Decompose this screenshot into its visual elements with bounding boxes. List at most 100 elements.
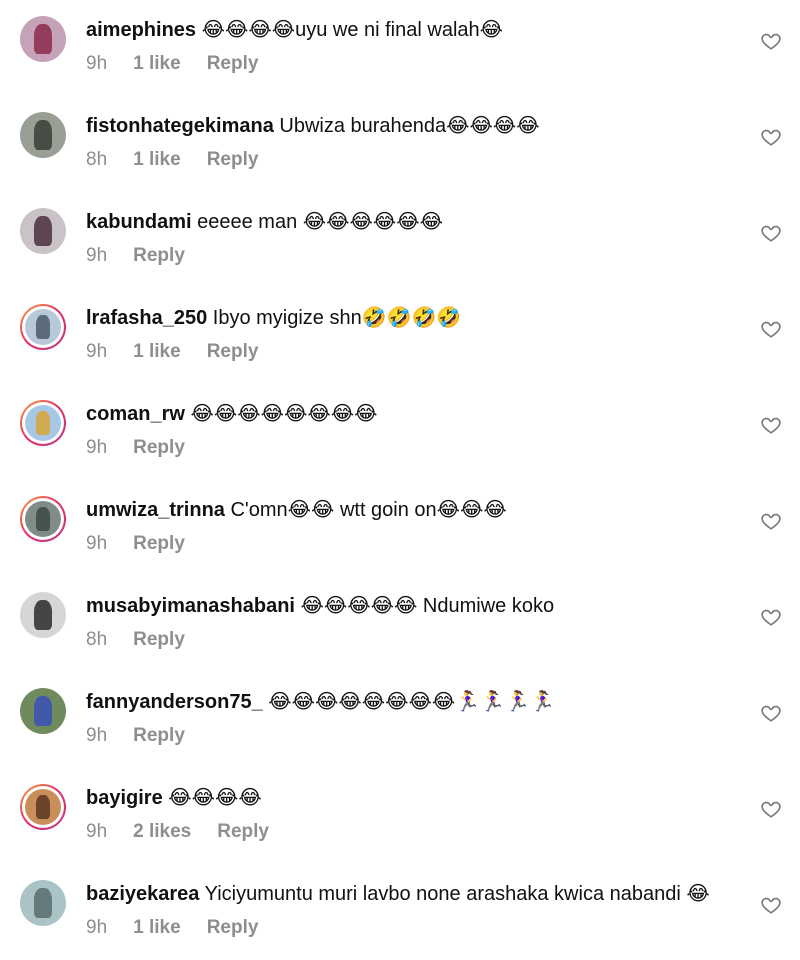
comment-text: Ubwiza burahenda😂😂😂😂 — [273, 115, 540, 137]
comment-likes[interactable]: 1 like — [133, 149, 181, 170]
comment-row: musabyimanashabani 😂😂😂😂😂 Ndumiwe koko 8h… — [0, 576, 800, 672]
avatar[interactable] — [20, 688, 66, 734]
comment-username[interactable]: kabundami — [86, 211, 192, 233]
comment-time: 9h — [86, 533, 108, 554]
avatar-figure — [33, 600, 53, 630]
reply-button[interactable]: Reply — [207, 149, 259, 170]
comment-username[interactable]: fistonhategekimana — [86, 115, 274, 137]
avatar-image — [20, 16, 66, 62]
comment-line: fannyanderson75_ 😂😂😂😂😂😂😂😂🏃‍♀️🏃‍♀️🏃‍♀️🏃‍♀… — [86, 689, 740, 715]
comment-time: 9h — [86, 341, 108, 362]
comment-time: 9h — [86, 53, 108, 74]
comment-text: 😂😂😂😂😂 Ndumiwe koko — [294, 595, 555, 617]
comment-meta: 9h Reply — [86, 532, 211, 556]
comment-time: 8h — [86, 149, 108, 170]
like-heart-icon[interactable] — [760, 894, 782, 916]
avatar-image — [20, 688, 66, 734]
like-heart-icon[interactable] — [760, 126, 782, 148]
avatar[interactable] — [20, 208, 66, 254]
avatar[interactable] — [20, 784, 66, 830]
comment-meta: 8h 1 like Reply — [86, 148, 284, 172]
comment-time: 9h — [86, 437, 108, 458]
like-heart-icon[interactable] — [760, 798, 782, 820]
comment-row: aimephines 😂😂😂😂uyu we ni final walah😂 9h… — [0, 0, 800, 96]
comment-text: 😂😂😂😂😂😂😂😂🏃‍♀️🏃‍♀️🏃‍♀️🏃‍♀️ — [262, 691, 555, 713]
comment-time: 9h — [86, 917, 108, 938]
reply-button[interactable]: Reply — [207, 917, 259, 938]
avatar[interactable] — [20, 112, 66, 158]
like-heart-icon[interactable] — [760, 318, 782, 340]
comment-line: umwiza_trinna C'omn😂😂 wtt goin on😂😂😂 — [86, 497, 740, 523]
reply-button[interactable]: Reply — [207, 53, 259, 74]
comment-row: bayigire 😂😂😂😂 9h 2 likes Reply — [0, 768, 800, 864]
avatar[interactable] — [20, 592, 66, 638]
comment-row: umwiza_trinna C'omn😂😂 wtt goin on😂😂😂 9h R… — [0, 480, 800, 576]
avatar-image — [25, 789, 61, 825]
comment-row: kabundami eeeee man 😂😂😂😂😂😂 9h Reply — [0, 192, 800, 288]
comment-time: 9h — [86, 821, 108, 842]
like-heart-icon[interactable] — [760, 30, 782, 52]
comment-username[interactable]: coman_rw — [86, 403, 185, 425]
comment-username[interactable]: baziyekarea — [86, 883, 199, 905]
comment-time: 9h — [86, 245, 108, 266]
reply-button[interactable]: Reply — [133, 629, 185, 650]
comment-meta: 8h Reply — [86, 628, 211, 652]
avatar-figure — [33, 888, 53, 918]
comment-line: lrafasha_250 Ibyo myigize shn🤣🤣🤣🤣 — [86, 305, 740, 331]
comment-likes[interactable]: 1 like — [133, 341, 181, 362]
avatar[interactable] — [20, 16, 66, 62]
comment-username[interactable]: aimephines — [86, 19, 196, 41]
comment-meta: 9h Reply — [86, 724, 211, 748]
comment-meta: 9h Reply — [86, 244, 211, 268]
avatar-image — [20, 208, 66, 254]
reply-button[interactable]: Reply — [133, 245, 185, 266]
avatar[interactable] — [20, 304, 66, 350]
comment-line: aimephines 😂😂😂😂uyu we ni final walah😂 — [86, 17, 740, 43]
avatar-image — [25, 405, 61, 441]
comment-text: 😂😂😂😂 — [162, 787, 262, 809]
comment-text: Ibyo myigize shn🤣🤣🤣🤣 — [207, 307, 462, 329]
avatar-figure — [33, 24, 53, 54]
comment-row: lrafasha_250 Ibyo myigize shn🤣🤣🤣🤣 9h 1 li… — [0, 288, 800, 384]
avatar-figure — [35, 411, 51, 435]
reply-button[interactable]: Reply — [207, 341, 259, 362]
comment-meta: 9h 2 likes Reply — [86, 820, 295, 844]
reply-button[interactable]: Reply — [133, 437, 185, 458]
avatar-image — [20, 592, 66, 638]
avatar-image — [25, 501, 61, 537]
avatar-figure — [33, 216, 53, 246]
avatar[interactable] — [20, 400, 66, 446]
comment-text: C'omn😂😂 wtt goin on😂😂😂 — [224, 499, 507, 521]
like-heart-icon[interactable] — [760, 510, 782, 532]
like-heart-icon[interactable] — [760, 606, 782, 628]
comment-username[interactable]: lrafasha_250 — [86, 307, 207, 329]
reply-button[interactable]: Reply — [133, 533, 185, 554]
comment-likes[interactable]: 1 like — [133, 53, 181, 74]
comment-likes[interactable]: 2 likes — [133, 821, 191, 842]
comment-meta: 9h 1 like Reply — [86, 916, 284, 940]
reply-button[interactable]: Reply — [133, 725, 185, 746]
comment-text: 😂😂😂😂😂😂😂😂 — [184, 403, 378, 425]
reply-button[interactable]: Reply — [217, 821, 269, 842]
like-heart-icon[interactable] — [760, 414, 782, 436]
comment-row: coman_rw 😂😂😂😂😂😂😂😂 9h Reply — [0, 384, 800, 480]
comment-row: fistonhategekimana Ubwiza burahenda😂😂😂😂 … — [0, 96, 800, 192]
comment-username[interactable]: umwiza_trinna — [86, 499, 225, 521]
comment-meta: 9h 1 like Reply — [86, 52, 284, 76]
comment-username[interactable]: fannyanderson75_ — [86, 691, 263, 713]
like-heart-icon[interactable] — [760, 702, 782, 724]
avatar[interactable] — [20, 496, 66, 542]
comment-text: 😂😂😂😂uyu we ni final walah😂 — [196, 19, 503, 41]
avatar[interactable] — [20, 880, 66, 926]
avatar-image — [20, 880, 66, 926]
comment-time: 9h — [86, 725, 108, 746]
comment-username[interactable]: musabyimanashabani — [86, 595, 295, 617]
comment-line: bayigire 😂😂😂😂 — [86, 785, 740, 811]
comment-likes[interactable]: 1 like — [133, 917, 181, 938]
comment-line: coman_rw 😂😂😂😂😂😂😂😂 — [86, 401, 740, 427]
comment-line: fistonhategekimana Ubwiza burahenda😂😂😂😂 — [86, 113, 740, 139]
like-heart-icon[interactable] — [760, 222, 782, 244]
avatar-figure — [35, 315, 51, 339]
comment-username[interactable]: bayigire — [86, 787, 163, 809]
comment-meta: 9h 1 like Reply — [86, 340, 284, 364]
